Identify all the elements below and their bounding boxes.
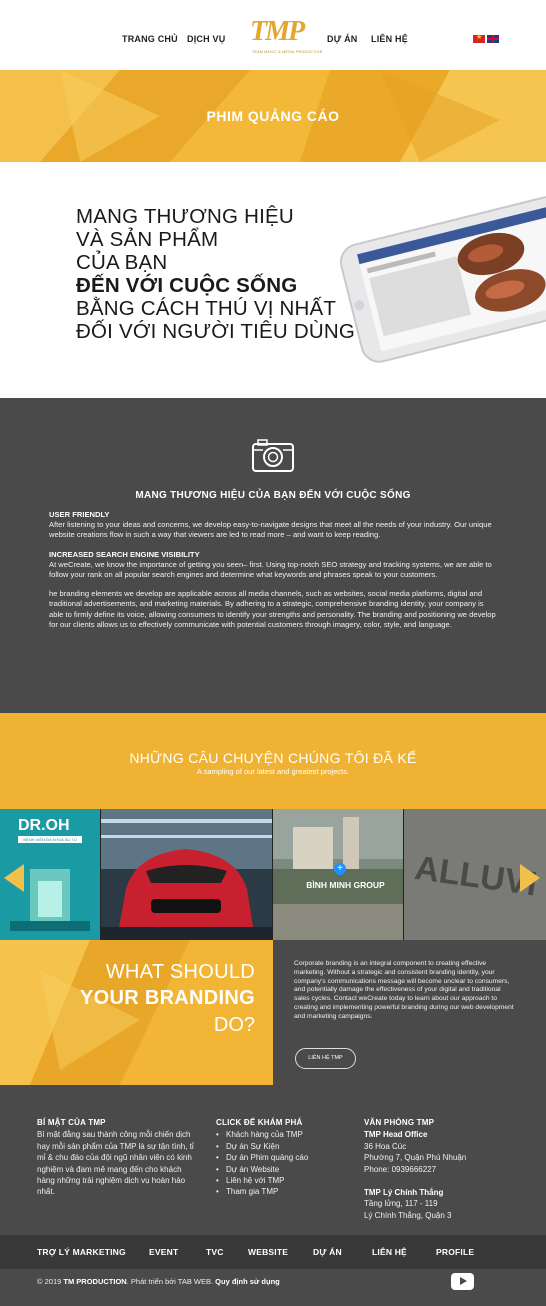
footer-about-title: BÍ MẬT CỦA TMP: [37, 1118, 106, 1127]
footer-link[interactable]: Dự án Phim quảng cáo: [216, 1152, 346, 1164]
bottom-nav-website[interactable]: WEBSITE: [248, 1247, 288, 1257]
headline-line: ĐỐI VỚI NGƯỜI TIÊU DÙNG: [76, 320, 355, 343]
footer-link[interactable]: Dự án Sự Kiện: [216, 1141, 346, 1153]
office-line: Tầng lửng, 117 - 119: [364, 1199, 438, 1209]
nav-services[interactable]: DỊCH VỤ: [187, 34, 225, 44]
stories-subtitle: A sampling of our latest and greatest pr…: [196, 767, 350, 776]
logo-text: TMP: [250, 16, 305, 47]
footer-explore: CLICK ĐỂ KHÁM PHÁ Khách hàng của TMP Dự …: [216, 1117, 346, 1198]
contact-tmp-button[interactable]: LIÊN HỆ TMP: [295, 1048, 356, 1069]
branding-headline-panel: WHAT SHOULD YOUR BRANDING DO?: [0, 940, 273, 1085]
bottom-nav-contact[interactable]: LIÊN HỆ: [372, 1247, 407, 1257]
bottom-nav-projects[interactable]: DỰ ÁN: [313, 1247, 342, 1257]
hero-banner: PHIM QUẢNG CÁO: [0, 70, 546, 162]
branding-text: Corporate branding is an integral compon…: [294, 960, 514, 1020]
car-image: [101, 809, 272, 940]
bottom-nav-marketing[interactable]: TRỢ LÝ MARKETING: [37, 1247, 126, 1257]
headline-line-bold: ĐẾN VỚI CUỘC SỐNG: [76, 274, 298, 297]
stories-title: NHỮNG CÂU CHUYỆN CHÚNG TÔI ĐÃ KỂ: [129, 750, 417, 766]
footer-offices-title: VĂN PHÒNG TMP: [364, 1118, 435, 1127]
bottom-nav-profile[interactable]: PROFILE: [436, 1247, 474, 1257]
uk-flag-icon[interactable]: [487, 35, 499, 43]
youtube-icon[interactable]: [451, 1273, 474, 1290]
footer-about-text: Bí mật đằng sau thành công mỗi chiến dịc…: [37, 1130, 194, 1197]
copyright-bar: © 2019 TM PRODUCTION. Phát triển bởi TAB…: [0, 1269, 546, 1306]
nav-projects[interactable]: DỰ ÁN: [327, 34, 357, 44]
terms-link[interactable]: Quy định sử dụng: [215, 1277, 280, 1286]
office-name: TMP Head Office: [364, 1130, 428, 1140]
features-title: MANG THƯƠNG HIỆU CỦA BẠN ĐẾN VỚI CUỘC SỐ…: [135, 490, 411, 501]
hero-title: PHIM QUẢNG CÁO: [206, 108, 340, 124]
feature-heading: USER FRIENDLY: [49, 510, 110, 519]
feature-text: After listening to your ideas and concer…: [49, 520, 492, 540]
headline: MANG THƯƠNG HIỆU VÀ SẢN PHẨM CỦA BẠN ĐẾN…: [76, 205, 376, 343]
binhminh-label: BÌNH MINH GROUP: [306, 880, 385, 890]
headline-line: CỦA BẠN: [76, 251, 168, 274]
office-line: Phone: 0939666227: [364, 1164, 437, 1174]
copyright-text: © 2019 TM PRODUCTION. Phát triển bởi TAB…: [37, 1277, 280, 1286]
footer-link[interactable]: Liên hệ với TMP: [216, 1175, 346, 1187]
branding-section: WHAT SHOULD YOUR BRANDING DO? Corporate …: [0, 940, 546, 1085]
gallery-next-arrow-icon[interactable]: [520, 864, 540, 892]
project-tile-mazda[interactable]: [101, 809, 272, 940]
office-line: Lý Chính Thắng, Quận 3: [364, 1210, 452, 1220]
feature-heading: INCREASED SEARCH ENGINE VISIBILITY: [49, 549, 200, 559]
headline-line: BẰNG CÁCH THÚ VỊ NHẤT: [76, 297, 337, 320]
phone-image: [340, 196, 546, 363]
plus-icon[interactable]: +: [334, 863, 346, 875]
copyright-brand: TM PRODUCTION: [63, 1277, 127, 1286]
tmp-logo[interactable]: TMP TEAM MAGIC & MEDIA PRODUCTION: [250, 16, 322, 60]
bottom-nav: TRỢ LÝ MARKETING EVENT TVC WEBSITE DỰ ÁN…: [0, 1235, 546, 1269]
gallery-prev-arrow-icon[interactable]: [4, 864, 24, 892]
nav-home[interactable]: TRANG CHỦ: [122, 34, 178, 44]
office-name: TMP Lý Chính Thắng: [364, 1188, 444, 1198]
footer-offices: VĂN PHÒNG TMP TMP Head Office 36 Hoa Cúc…: [364, 1117, 514, 1221]
nav-contact[interactable]: LIÊN HỆ: [371, 34, 408, 44]
project-gallery: DR.OH BỆNH VIỆN ĐA KHOA ÂU TÚ + BÌNH MIN…: [0, 809, 546, 940]
bottom-nav-event[interactable]: EVENT: [149, 1247, 178, 1257]
logo-subtitle: TEAM MAGIC & MEDIA PRODUCTION: [252, 50, 323, 54]
office-line: Phường 7, Quận Phú Nhuận: [364, 1153, 467, 1163]
branding-line-3: DO?: [213, 1014, 255, 1036]
footer-link[interactable]: Khách hàng của TMP: [216, 1129, 346, 1141]
office-line: 36 Hoa Cúc: [364, 1141, 407, 1151]
site-header: TRANG CHỦ DỊCH VỤ TMP TEAM MAGIC & MEDIA…: [0, 0, 546, 70]
vietnam-flag-icon[interactable]: [473, 33, 485, 43]
branding-line-2: YOUR BRANDING: [79, 987, 255, 1009]
headline-line: MANG THƯƠNG HIỆU: [76, 205, 294, 228]
feature-text: he branding elements we develop are appl…: [49, 589, 496, 629]
footer-about: BÍ MẬT CỦA TMP Bí mật đằng sau thành côn…: [37, 1117, 197, 1198]
branding-line-1: WHAT SHOULD: [105, 961, 255, 983]
footer-link[interactable]: Dự án Website: [216, 1164, 346, 1176]
footer-explore-title: CLICK ĐỂ KHÁM PHÁ: [216, 1118, 303, 1127]
footer: BÍ MẬT CỦA TMP Bí mật đằng sau thành côn…: [0, 1085, 546, 1235]
camera-icon: [252, 439, 294, 472]
feature-text: At weCreate, we know the importance of g…: [49, 559, 492, 580]
bottom-nav-tvc[interactable]: TVC: [206, 1247, 224, 1257]
features-section: MANG THƯƠNG HIỆU CỦA BẠN ĐẾN VỚI CUỘC SỐ…: [0, 398, 546, 713]
footer-link[interactable]: Tham gia TMP: [216, 1186, 346, 1198]
branding-text-panel: Corporate branding is an integral compon…: [273, 940, 546, 1085]
headline-line: VÀ SẢN PHẨM: [76, 228, 219, 251]
features-body: USER FRIENDLY After listening to your id…: [49, 510, 499, 639]
stories-banner: NHỮNG CÂU CHUYỆN CHÚNG TÔI ĐÃ KỂ A sampl…: [0, 713, 546, 809]
